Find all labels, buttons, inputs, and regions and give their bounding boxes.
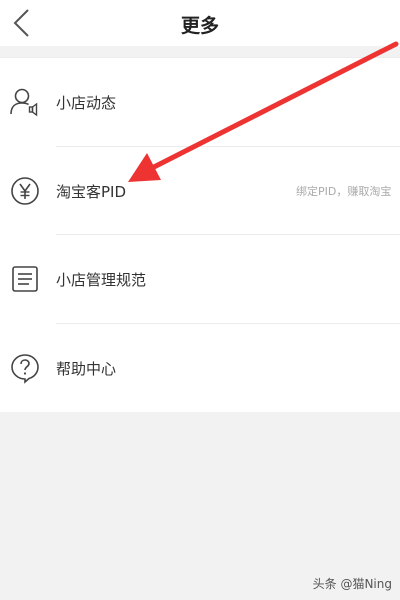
yen-circle-icon [11,177,39,205]
watermark: 头条 @猫Ning [312,577,392,591]
help-question-icon [11,354,39,384]
menu-item-label: 小店管理规范 [56,271,147,289]
menu-item-shop-rules[interactable]: 小店管理规范 [0,235,400,323]
menu-item-taobaoke-pid[interactable]: 淘宝客PID 绑定PID，赚取淘宝 [0,147,400,235]
menu-item-label: 淘宝客PID [56,183,127,201]
menu-item-label: 小店动态 [56,94,117,112]
menu-item-shop-news[interactable]: 小店动态 [0,58,400,146]
page-title: 更多 [180,15,219,37]
header-bar: 更多 [0,0,400,46]
user-speaker-icon [10,88,38,117]
menu-item-help-center[interactable]: 帮助中心 [0,324,400,412]
menu-list: 小店动态 淘宝客PID 绑定PID，赚取淘宝 小店管理规范 帮助中心 [0,58,400,412]
menu-item-hint: 绑定PID，赚取淘宝 [296,185,392,198]
document-list-icon [12,266,38,292]
menu-item-label: 帮助中心 [56,360,117,378]
